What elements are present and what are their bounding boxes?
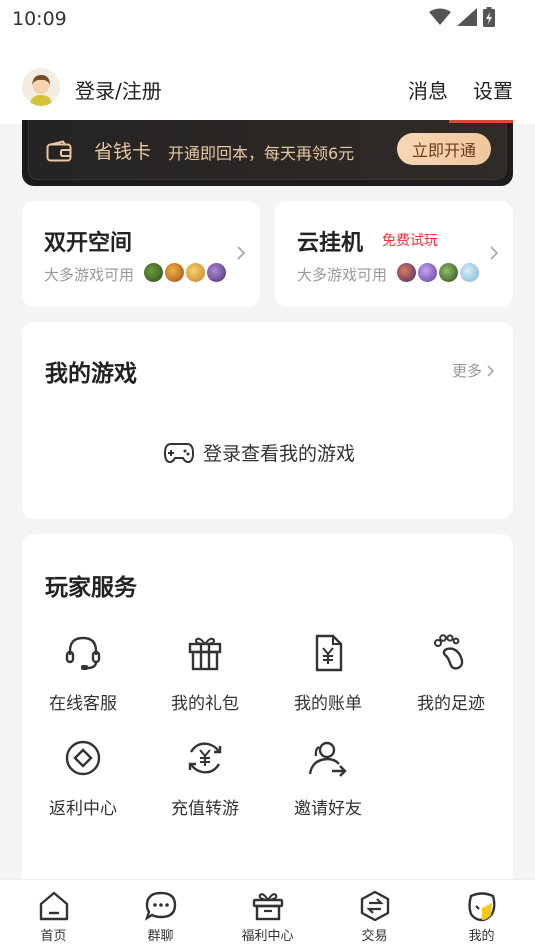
my-games-title: 我的游戏 bbox=[45, 361, 137, 387]
gamepad-icon bbox=[163, 442, 195, 463]
service-label: 在线客服 bbox=[49, 694, 117, 714]
wifi-icon bbox=[429, 8, 451, 25]
game-avatars bbox=[144, 263, 226, 282]
welfare-icon bbox=[252, 893, 283, 921]
service-my-gifts[interactable]: 我的礼包 bbox=[150, 633, 260, 714]
home-icon bbox=[39, 891, 68, 921]
service-recharge-transfer[interactable]: 充值转游 bbox=[150, 738, 260, 819]
service-label: 邀请好友 bbox=[294, 799, 362, 819]
service-label: 我的账单 bbox=[294, 694, 362, 714]
game-avatar bbox=[460, 263, 479, 282]
login-register-link[interactable]: 登录/注册 bbox=[75, 75, 162, 104]
more-label: 更多 bbox=[451, 362, 482, 380]
trade-icon bbox=[360, 890, 389, 922]
battery-icon bbox=[483, 7, 495, 27]
status-time: 10:09 bbox=[12, 8, 67, 30]
service-my-bills[interactable]: 我的账单 bbox=[273, 633, 383, 714]
tab-trade[interactable]: 交易 bbox=[321, 880, 428, 951]
tab-label: 我的 bbox=[468, 929, 495, 944]
accent-line bbox=[449, 120, 513, 123]
dual-space-tile[interactable]: 双开空间 大多游戏可用 bbox=[22, 201, 260, 307]
more-link[interactable]: 更多 bbox=[452, 360, 495, 381]
footprint-icon bbox=[434, 634, 464, 670]
cloud-idle-tile[interactable]: 云挂机 免费试玩 大多游戏可用 bbox=[275, 201, 513, 307]
service-label: 我的礼包 bbox=[171, 694, 239, 714]
tab-label: 福利中心 bbox=[241, 929, 294, 944]
status-bar: 10:09 bbox=[0, 0, 535, 38]
recharge-transfer-icon bbox=[188, 742, 222, 774]
saving-card-banner[interactable]: 省钱卡 开通即回本，每天再领6元 立即开通 bbox=[22, 120, 513, 186]
invite-friend-icon bbox=[308, 741, 347, 777]
game-avatar bbox=[207, 263, 226, 282]
free-trial-badge: 免费试玩 bbox=[382, 233, 438, 249]
chat-icon bbox=[144, 891, 176, 921]
signal-icon bbox=[457, 8, 477, 26]
status-icons bbox=[429, 7, 495, 27]
game-avatars bbox=[397, 263, 479, 282]
bill-icon bbox=[315, 634, 343, 672]
player-services-panel: 玩家服务 在线客服 我的礼包 我的账单 我的足迹 返利中心 充值转游 邀请好友 bbox=[22, 534, 513, 879]
headset-icon bbox=[65, 636, 101, 670]
avatar[interactable] bbox=[22, 68, 60, 106]
chevron-right-icon bbox=[487, 364, 495, 377]
game-avatar bbox=[439, 263, 458, 282]
game-avatar bbox=[418, 263, 437, 282]
tab-group-chat[interactable]: 群聊 bbox=[107, 880, 214, 951]
messages-button[interactable]: 消息 bbox=[408, 75, 448, 104]
game-avatar bbox=[144, 263, 163, 282]
saving-card-description: 开通即回本，每天再领6元 bbox=[168, 144, 355, 163]
tab-welfare-center[interactable]: 福利中心 bbox=[214, 880, 321, 951]
tile-subtitle: 大多游戏可用 bbox=[297, 266, 388, 284]
tab-label: 首页 bbox=[40, 929, 67, 944]
chevron-right-icon bbox=[237, 246, 246, 260]
gift-icon bbox=[188, 637, 222, 671]
tab-home[interactable]: 首页 bbox=[0, 880, 107, 951]
rebate-icon bbox=[65, 740, 101, 776]
service-invite-friends[interactable]: 邀请好友 bbox=[273, 738, 383, 819]
login-to-view-games-label: 登录查看我的游戏 bbox=[203, 443, 356, 465]
tab-label: 交易 bbox=[361, 929, 388, 944]
game-avatar bbox=[397, 263, 416, 282]
tile-subtitle: 大多游戏可用 bbox=[44, 266, 135, 284]
service-online-support[interactable]: 在线客服 bbox=[28, 633, 138, 714]
profile-icon bbox=[467, 892, 495, 922]
chevron-right-icon bbox=[490, 246, 499, 260]
service-label: 充值转游 bbox=[171, 799, 239, 819]
game-avatar bbox=[186, 263, 205, 282]
open-now-button[interactable]: 立即开通 bbox=[397, 133, 491, 165]
my-games-panel: 我的游戏 更多 登录查看我的游戏 bbox=[22, 322, 513, 519]
wallet-icon bbox=[46, 140, 72, 162]
service-label: 我的足迹 bbox=[417, 694, 485, 714]
login-to-view-games[interactable]: 登录查看我的游戏 bbox=[163, 439, 355, 466]
tab-mine[interactable]: 我的 bbox=[428, 880, 535, 951]
game-avatar bbox=[165, 263, 184, 282]
bottom-tab-bar: 首页 群聊 福利中心 交易 我的 bbox=[0, 879, 535, 951]
saving-card-title: 省钱卡 bbox=[94, 141, 152, 163]
profile-header: 登录/注册 消息 设置 bbox=[0, 38, 535, 124]
service-my-footprints[interactable]: 我的足迹 bbox=[396, 633, 506, 714]
settings-button[interactable]: 设置 bbox=[473, 75, 513, 104]
player-services-title: 玩家服务 bbox=[45, 575, 137, 601]
tile-title: 云挂机 bbox=[297, 231, 364, 256]
service-rebate-center[interactable]: 返利中心 bbox=[28, 738, 138, 819]
service-label: 返利中心 bbox=[49, 799, 117, 819]
tile-title: 双开空间 bbox=[44, 231, 133, 256]
tab-label: 群聊 bbox=[147, 929, 174, 944]
